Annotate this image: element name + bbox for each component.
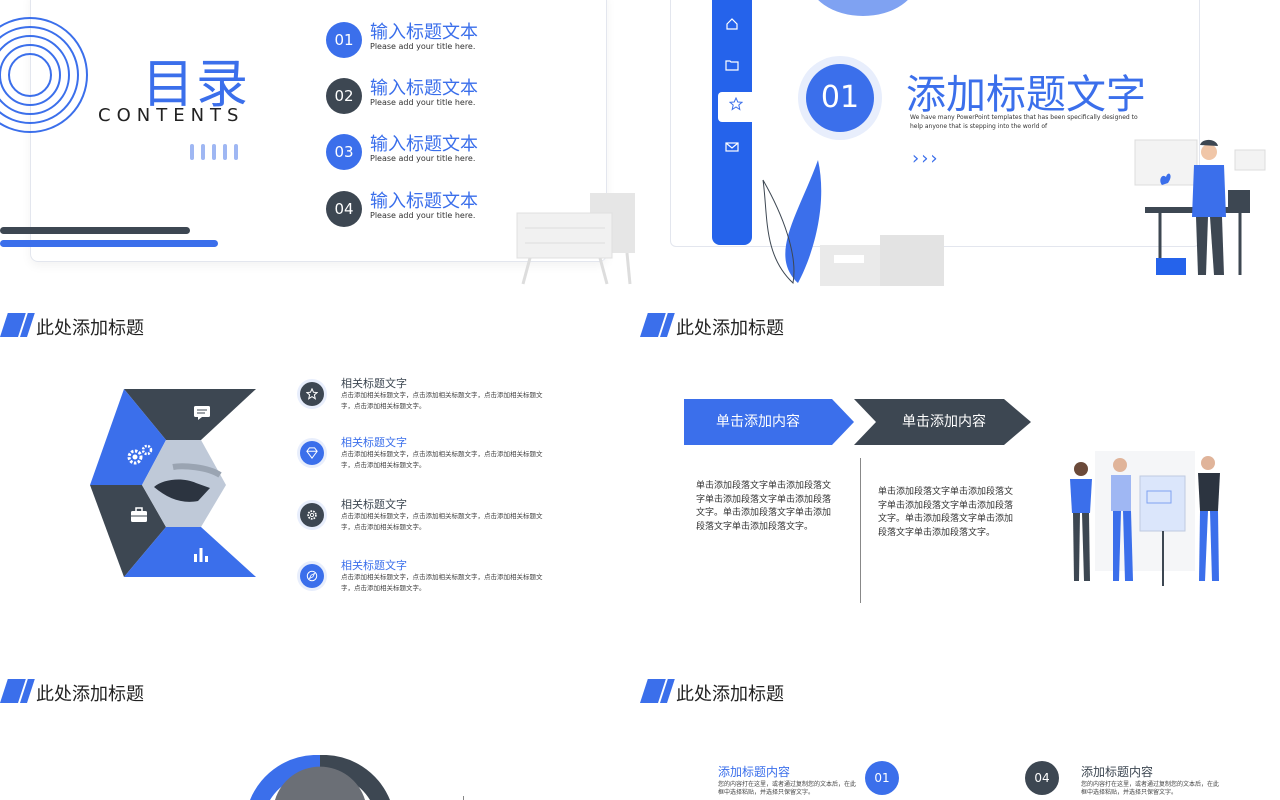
star-icon[interactable] [718,92,754,122]
item-desc: 您的内容打在这里，或者通过复制您的文本后，在此框中选择粘贴，并选择只保留文字。 [1081,781,1220,796]
contents-title-en: CONTENTS [98,105,245,126]
compass-icon [300,564,324,588]
folder-icon[interactable] [716,53,748,83]
toc-subtitle: Please add your title here. [370,42,476,51]
donut-graphic [250,755,390,800]
section-headline: 添加标题文字 [906,72,1146,118]
arrow-label-2[interactable]: 单击添加内容 [864,399,1024,445]
section-number: 01 [806,64,874,132]
bar-chart-icon [192,545,210,567]
cabinet-illustration [516,193,635,285]
feature-title: 相关标题文字 [341,436,407,449]
section-title: 此处添加标题 [36,684,144,705]
slide-features-hexagon[interactable]: 此处添加标题 相关标题文字 点击添加相关标题文字，点击添加相关标题文字，点击添加… [0,303,640,603]
team-presentation-illustration [1070,451,1220,586]
toc-number: 02 [326,78,362,114]
paragraph-1: 单击添加段落文字单击添加段落文字单击添加段落文字单击添加段落文字。单击添加段落文… [696,481,832,532]
item-title: 添加标题内容 [1081,765,1154,779]
slide-contents[interactable]: 目录 CONTENTS 01 输入标题文本 Please add your ti… [0,0,640,286]
toc-number: 01 [326,22,362,58]
toc-title: 输入标题文本 [370,191,478,212]
feature-title: 相关标题文字 [341,498,407,511]
feature-desc: 点击添加相关标题文字，点击添加相关标题文字，点击添加相关标题文字，点击添加相关标… [341,512,543,531]
toc-item-2[interactable]: 02 输入标题文本 Please add your title here. [326,78,586,118]
slide-donut[interactable]: 此处添加标题 [0,669,640,800]
diamond-icon [300,441,324,465]
item-title: 添加标题内容 [718,765,791,779]
slide-timeline[interactable]: 此处添加标题 添加标题内容 您的内容打在这里，或者通过复制您的文本后，在此框中选… [640,669,1280,800]
feature-desc: 点击添加相关标题文字，点击添加相关标题文字，点击添加相关标题文字，点击添加相关标… [341,450,543,469]
step-number: 04 [1025,761,1059,795]
toc-title: 输入标题文本 [370,134,478,155]
item-desc: 您的内容打在这里，或者通过复制您的文本后，在此框中选择粘贴，并选择只保留文字。 [718,781,857,796]
concentric-circles-decoration [0,17,88,133]
toc-subtitle: Please add your title here. [370,211,476,220]
feature-desc: 点击添加相关标题文字，点击添加相关标题文字，点击添加相关标题文字，点击添加相关标… [341,391,543,410]
toc-number: 03 [326,134,362,170]
step-number: 01 [865,761,899,795]
businessman-phone-illustration [1134,139,1266,275]
toc-subtitle: Please add your title here. [370,154,476,163]
dark-bar-decoration [0,227,190,234]
chevrons-decoration: ››› [912,148,940,169]
section-description: We have many PowerPoint templates that h… [910,114,1138,130]
toc-title: 输入标题文本 [370,78,478,99]
arrow-label-1[interactable]: 单击添加内容 [684,399,832,445]
toc-title: 输入标题文本 [370,22,478,43]
toc-item-1[interactable]: 01 输入标题文本 Please add your title here. [326,22,586,62]
boxes-illustration [820,235,944,286]
chat-icon [193,405,211,425]
feature-desc: 点击添加相关标题文字，点击添加相关标题文字，点击添加相关标题文字，点击添加相关标… [341,573,543,592]
section-title: 此处添加标题 [676,684,784,705]
blue-bar-decoration [0,240,218,247]
gears-icon [126,443,154,471]
sidebar-nav [712,0,754,245]
divider-line [860,458,861,603]
divider-line [463,796,464,800]
stripes-decoration [190,144,238,160]
home-icon[interactable] [716,12,748,42]
section-title: 此处添加标题 [676,318,784,339]
star-icon [300,382,324,406]
feature-title: 相关标题文字 [341,377,407,390]
mail-icon[interactable] [716,135,748,165]
hexagon-graphic [90,389,256,577]
feature-title: 相关标题文字 [341,559,407,572]
section-title: 此处添加标题 [36,318,144,339]
slide-section-01[interactable]: 01 添加标题文字 We have many PowerPoint templa… [640,0,1280,286]
toc-subtitle: Please add your title here. [370,98,476,107]
toc-number: 04 [326,191,362,227]
slide-arrow-process[interactable]: 此处添加标题 单击添加内容 单击添加内容 单击添加段落文字单击添加段落文字单击添… [640,303,1280,603]
toc-item-3[interactable]: 03 输入标题文本 Please add your title here. [326,134,586,174]
gear-icon [300,503,324,527]
paragraph-2: 单击添加段落文字单击添加段落文字单击添加段落文字单击添加段落文字。单击添加段落文… [878,487,1014,538]
briefcase-icon [130,507,148,527]
